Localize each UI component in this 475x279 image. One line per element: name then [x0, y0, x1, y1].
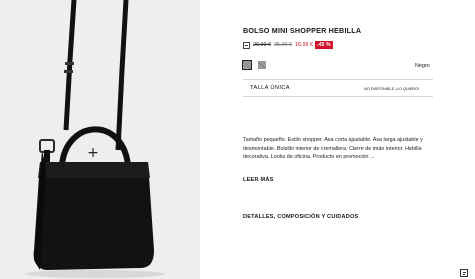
price-row: 29,99 € 25,99 € 16,99 € -45 % — [243, 41, 333, 49]
selected-color-name: Negro — [415, 63, 430, 69]
details-composition-care-link[interactable]: DETALLES, COMPOSICIÓN Y CUIDADOS — [243, 214, 359, 220]
price-current: 16,99 € — [295, 42, 313, 48]
zoom-icon[interactable]: + — [86, 146, 100, 160]
color-swatch-2[interactable] — [258, 61, 266, 69]
color-swatches — [241, 59, 273, 71]
bag-illustration — [25, 0, 165, 278]
chat-icon[interactable] — [460, 269, 468, 277]
price-info-icon[interactable] — [243, 41, 250, 49]
price-previous: 25,99 € — [274, 42, 292, 48]
discount-badge: -45 % — [315, 41, 333, 49]
product-image[interactable]: + — [0, 0, 200, 279]
size-label: TALLA ÚNICA — [250, 85, 290, 91]
size-availability-link[interactable]: NO DISPONIBLE ¡LO QUIERO! — [364, 86, 419, 91]
read-more-link[interactable]: LEER MÁS — [243, 177, 274, 183]
size-selector[interactable]: TALLA ÚNICA NO DISPONIBLE ¡LO QUIERO! — [243, 79, 433, 97]
product-title: BOLSO MINI SHOPPER HEBILLA — [243, 26, 362, 35]
color-swatch-1[interactable] — [241, 59, 253, 71]
price-original: 29,99 € — [253, 42, 271, 48]
product-description: Tamaño pequeño. Estilo shopper. Asa cort… — [243, 137, 423, 161]
